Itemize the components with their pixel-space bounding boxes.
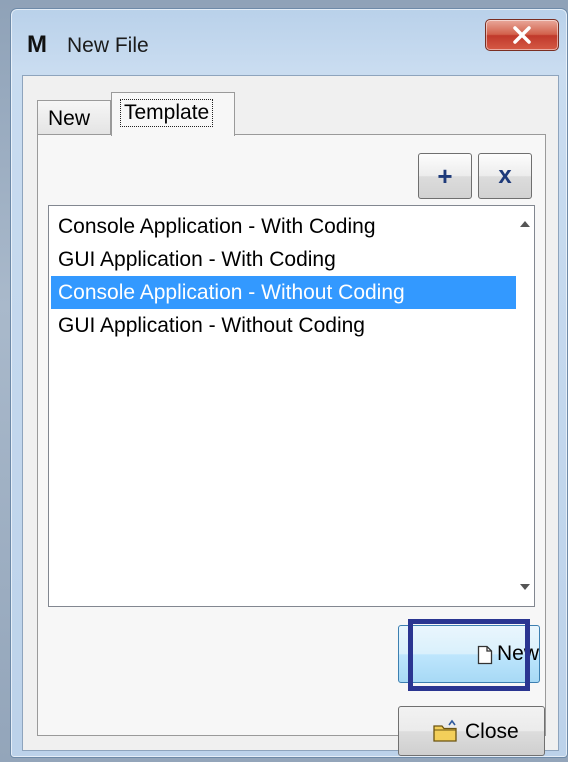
app-icon: M bbox=[27, 31, 47, 58]
close-button-label: Close bbox=[465, 720, 519, 743]
close-x-icon bbox=[513, 26, 531, 44]
list-item-selected[interactable]: Console Application - Without Coding bbox=[51, 276, 517, 309]
folder-icon bbox=[433, 719, 457, 742]
add-template-button[interactable]: + bbox=[418, 153, 472, 199]
remove-template-button[interactable]: x bbox=[478, 153, 532, 199]
template-list[interactable]: Console Application - With Coding GUI Ap… bbox=[48, 205, 535, 607]
window-title: New File bbox=[67, 34, 149, 57]
window-close-button[interactable] bbox=[485, 19, 559, 51]
tab-template-label: Template bbox=[120, 99, 214, 127]
tab-template[interactable]: Template bbox=[111, 92, 235, 136]
tab-new-label: New bbox=[48, 107, 91, 130]
close-button[interactable]: Close bbox=[398, 706, 545, 756]
dialog-client-area: New Template + x Console Application - W… bbox=[22, 75, 559, 756]
new-file-dialog: M New File New Template + x Console Appl… bbox=[10, 8, 568, 758]
scroll-down-arrow-icon[interactable] bbox=[520, 584, 530, 590]
scroll-up-arrow-icon[interactable] bbox=[520, 221, 530, 227]
list-item[interactable]: Console Application - With Coding bbox=[51, 210, 517, 243]
new-button-highlight-box bbox=[408, 619, 530, 691]
list-scrollbar[interactable] bbox=[516, 206, 534, 606]
tab-new[interactable]: New bbox=[37, 100, 111, 134]
title-bar[interactable]: M New File bbox=[11, 9, 567, 73]
list-item[interactable]: GUI Application - With Coding bbox=[51, 243, 517, 276]
list-item[interactable]: GUI Application - Without Coding bbox=[51, 309, 517, 342]
template-tab-panel: + x Console Application - With Coding GU… bbox=[37, 134, 546, 736]
